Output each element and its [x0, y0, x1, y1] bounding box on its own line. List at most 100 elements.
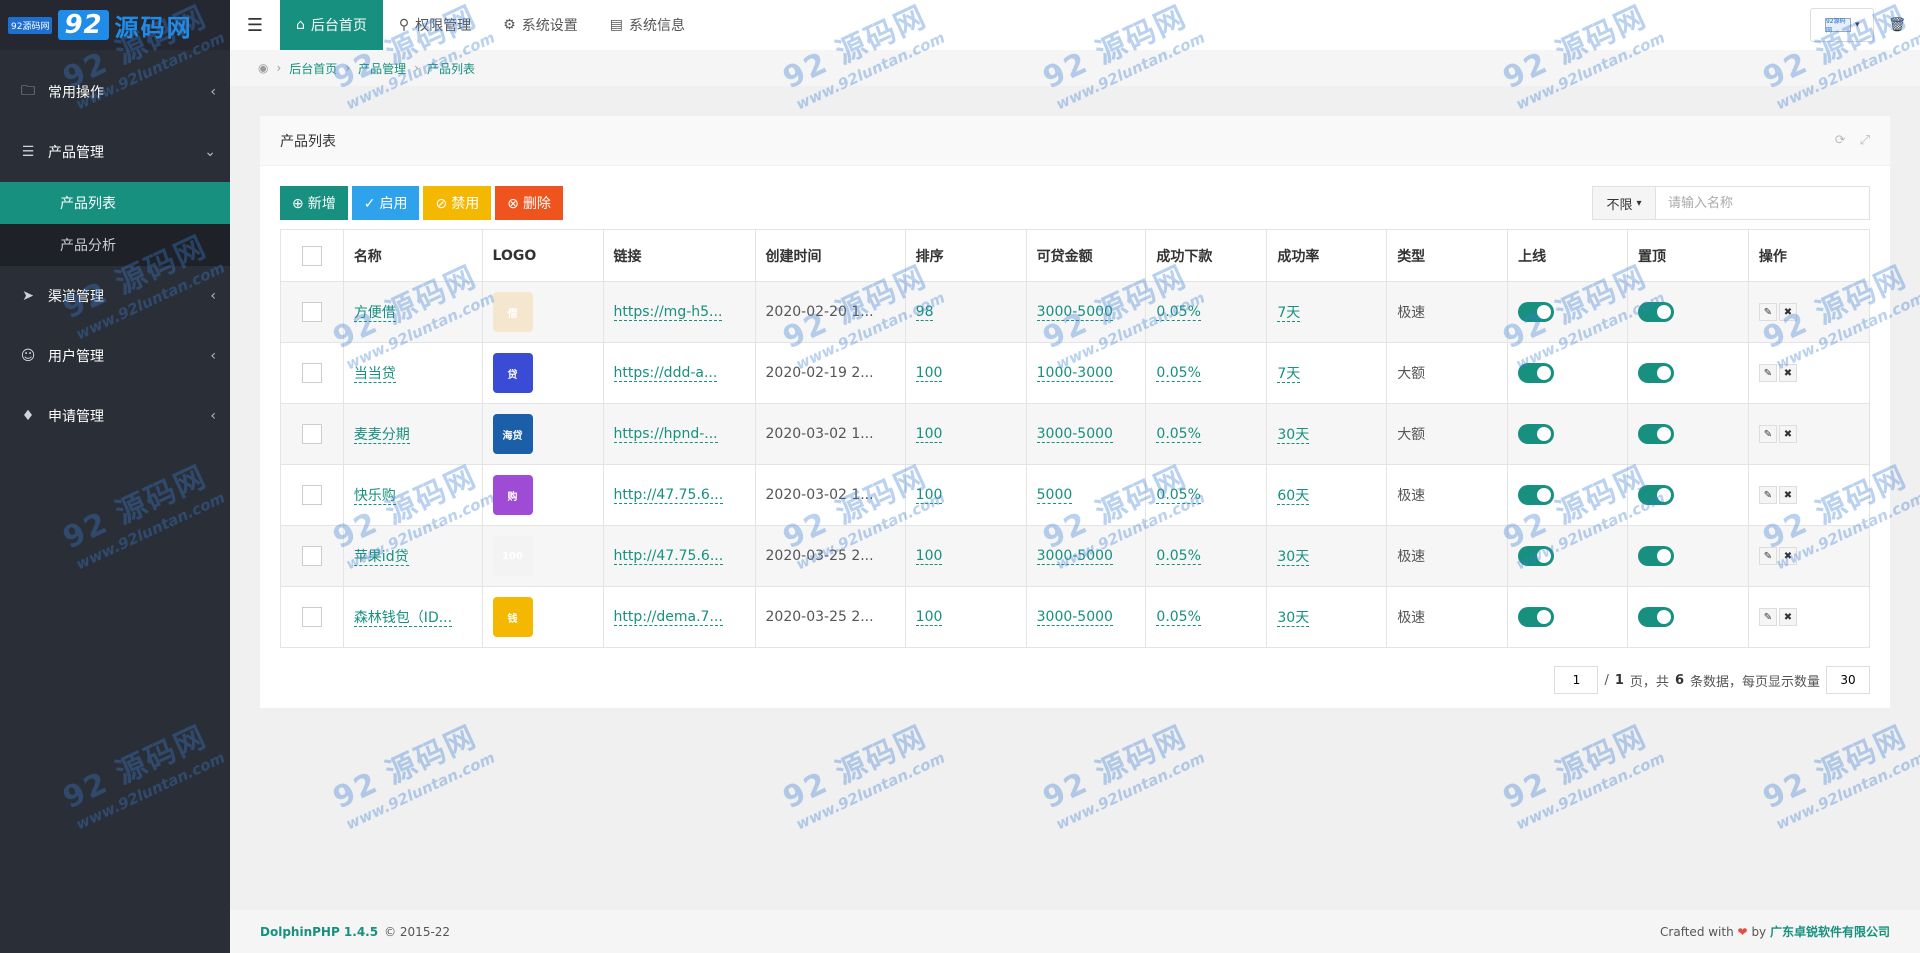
tab-permissions[interactable]: ⚲ 权限管理 [383, 0, 487, 50]
sort-value[interactable]: 100 [915, 426, 943, 443]
product-name[interactable]: 方便借 [353, 305, 396, 322]
product-link[interactable]: https://hpnd-... [613, 426, 718, 443]
product-logo[interactable]: 海贷 [492, 414, 533, 454]
sort-value[interactable]: 100 [915, 609, 943, 626]
sort-value[interactable]: 100 [915, 487, 943, 504]
product-name[interactable]: 麦麦分期 [353, 427, 410, 444]
success-value[interactable]: 0.05% [1156, 365, 1201, 382]
row-checkbox[interactable] [301, 302, 322, 322]
row-checkbox[interactable] [301, 546, 322, 566]
footer-brand[interactable]: DolphinPHP 1.4.5 [260, 925, 378, 939]
success-value[interactable]: 0.05% [1156, 487, 1201, 504]
col-top[interactable]: 置顶 [1626, 229, 1749, 282]
top-toggle[interactable] [1637, 302, 1674, 322]
sidebar-item-common[interactable]: 🗀 常用操作 ‹ [0, 62, 230, 122]
amount-value[interactable]: 1000-3000 [1036, 365, 1113, 382]
col-logo[interactable]: LOGO [481, 229, 604, 282]
col-success[interactable]: 成功下款 [1145, 229, 1268, 282]
col-amount[interactable]: 可贷金额 [1025, 229, 1147, 282]
success-value[interactable]: 0.05% [1156, 304, 1201, 321]
edit-icon[interactable]: ✎ [1758, 303, 1777, 322]
rate-value[interactable]: 60天 [1277, 488, 1310, 505]
product-link[interactable]: http://47.75.6... [613, 487, 724, 504]
refresh-icon[interactable]: ⟳ [1835, 133, 1846, 148]
rate-value[interactable]: 30天 [1277, 610, 1310, 627]
trash-icon[interactable]: 🗑 [1888, 17, 1906, 33]
row-checkbox[interactable] [301, 363, 322, 383]
footer-company[interactable]: 广东卓锐软件有限公司 [1770, 925, 1890, 939]
fullscreen-icon[interactable]: ⤢ [1860, 133, 1870, 148]
search-type-select[interactable]: 不限 ▾ [1592, 186, 1656, 220]
row-checkbox[interactable] [301, 424, 322, 444]
amount-value[interactable]: 3000-5000 [1036, 426, 1113, 443]
edit-icon[interactable]: ✎ [1758, 547, 1777, 566]
product-link[interactable]: https://ddd-a... [613, 365, 718, 382]
breadcrumb-product[interactable]: 产品管理 [358, 60, 406, 77]
tab-system-info[interactable]: ▤ 系统信息 [594, 0, 701, 50]
product-name[interactable]: 森林钱包（ID... [353, 610, 453, 627]
search-input[interactable] [1656, 186, 1870, 220]
sidebar-item-product[interactable]: ☰ 产品管理 ⌄ [0, 122, 230, 182]
product-name[interactable]: 当当贷 [353, 366, 396, 383]
add-button[interactable]: ⊕ 新增 [280, 186, 348, 220]
amount-value[interactable]: 5000 [1036, 487, 1073, 504]
close-icon[interactable]: ✖ [1778, 425, 1797, 444]
edit-icon[interactable]: ✎ [1758, 486, 1777, 505]
top-toggle[interactable] [1637, 424, 1674, 444]
rate-value[interactable]: 30天 [1277, 549, 1310, 566]
product-logo[interactable]: 借 [492, 292, 533, 332]
top-toggle[interactable] [1637, 485, 1674, 505]
tab-home[interactable]: ⌂ 后台首页 [280, 0, 383, 50]
sidebar-item-user[interactable]: ☺ 用户管理 ‹ [0, 326, 230, 386]
edit-icon[interactable]: ✎ [1758, 364, 1777, 383]
col-link[interactable]: 链接 [602, 229, 756, 282]
per-page-input[interactable] [1826, 666, 1870, 694]
success-value[interactable]: 0.05% [1156, 609, 1201, 626]
sidebar-item-channel[interactable]: ➤ 渠道管理 ‹ [0, 266, 230, 326]
product-name[interactable]: 快乐购 [353, 488, 396, 505]
product-logo[interactable]: 购 [492, 475, 533, 515]
tab-settings[interactable]: ⚙ 系统设置 [487, 0, 594, 50]
rate-value[interactable]: 7天 [1277, 305, 1301, 322]
success-value[interactable]: 0.05% [1156, 548, 1201, 565]
col-created[interactable]: 创建时间 [754, 229, 906, 282]
close-icon[interactable]: ✖ [1778, 547, 1797, 566]
online-toggle[interactable] [1518, 607, 1555, 627]
sidebar-item-apply[interactable]: ♦ 申请管理 ‹ [0, 386, 230, 446]
online-toggle[interactable] [1518, 363, 1555, 383]
product-link[interactable]: http://dema.7... [613, 609, 723, 626]
breadcrumb-home[interactable]: 后台首页 [289, 60, 337, 77]
success-value[interactable]: 0.05% [1156, 426, 1201, 443]
edit-icon[interactable]: ✎ [1758, 425, 1777, 444]
col-rate[interactable]: 成功率 [1266, 229, 1388, 282]
delete-button[interactable]: ⊗ 删除 [495, 186, 563, 220]
product-name[interactable]: 苹果id贷 [353, 549, 409, 566]
top-toggle[interactable] [1637, 546, 1674, 566]
edit-icon[interactable]: ✎ [1758, 608, 1777, 627]
rate-value[interactable]: 7天 [1277, 366, 1301, 383]
online-toggle[interactable] [1518, 302, 1555, 322]
close-icon[interactable]: ✖ [1778, 486, 1797, 505]
product-logo[interactable]: 100 [492, 536, 533, 576]
sort-value[interactable]: 98 [915, 304, 934, 321]
close-icon[interactable]: ✖ [1778, 608, 1797, 627]
page-input[interactable] [1554, 666, 1599, 694]
col-name[interactable]: 名称 [342, 229, 483, 282]
product-logo[interactable]: 钱 [492, 597, 533, 637]
logo[interactable]: 92源码网 92 源码网 [0, 0, 230, 50]
top-toggle[interactable] [1637, 607, 1674, 627]
online-toggle[interactable] [1518, 485, 1555, 505]
enable-button[interactable]: ✓ 启用 [351, 186, 420, 220]
sort-value[interactable]: 100 [915, 365, 943, 382]
user-menu[interactable]: 92源码网 ▾ [1810, 8, 1875, 42]
select-all-checkbox[interactable] [301, 245, 322, 266]
col-sort[interactable]: 排序 [904, 229, 1027, 282]
breadcrumb-current[interactable]: 产品列表 [427, 60, 475, 77]
col-online[interactable]: 上线 [1507, 229, 1628, 282]
close-icon[interactable]: ✖ [1778, 303, 1797, 322]
product-link[interactable]: https://mg-h5... [613, 304, 723, 321]
close-icon[interactable]: ✖ [1778, 364, 1797, 383]
submenu-item-product-list[interactable]: 产品列表 [0, 182, 230, 224]
sort-value[interactable]: 100 [915, 548, 943, 565]
col-type[interactable]: 类型 [1386, 229, 1509, 282]
